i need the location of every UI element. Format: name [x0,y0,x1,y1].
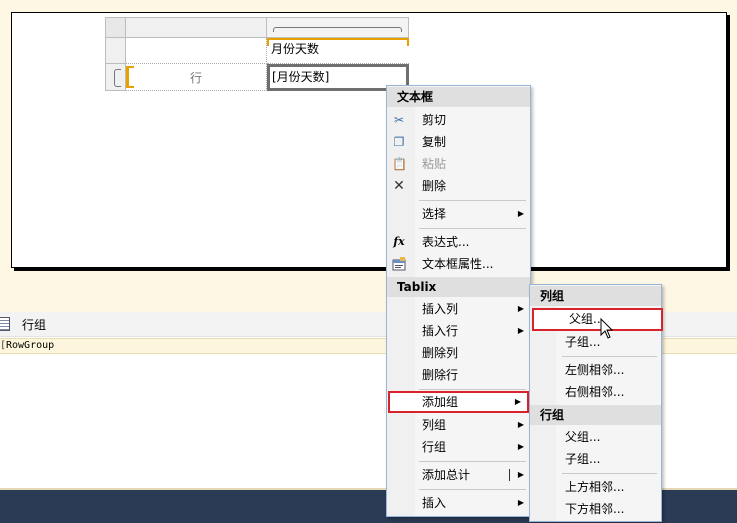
menu-item-copy[interactable]: ❐ 复制 [387,131,530,153]
menu-item-add-total[interactable]: 添加总计 ▶ [387,464,530,486]
tablix-section-header: Tablix [387,277,530,297]
row-group-cell[interactable]: 行 [126,64,267,91]
menu-item-delete-label: 删除 [422,179,447,193]
header-empty-cell[interactable] [126,38,267,64]
mouse-pointer-icon [600,317,614,340]
menu-item-insert-label: 插入 [422,496,447,510]
submenu-item-right-adjacent[interactable]: 右侧相邻... [530,381,661,403]
tablix-corner-handle[interactable] [105,17,126,38]
menu-item-textbox-properties[interactable]: 文本框属性... [387,253,530,275]
submenu-item-right-adjacent-label: 右侧相邻... [565,385,625,399]
header-textbox-text: 月份天数 [271,42,320,56]
submenu-item-row-parent-group[interactable]: 父组... [530,426,661,448]
menu-item-textbox-properties-label: 文本框属性... [422,257,494,271]
submenu-item-below-adjacent-label: 下方相邻... [565,502,625,516]
menu-item-insert-column[interactable]: 插入列 ▶ [387,298,530,320]
row-handle-header[interactable] [105,38,126,64]
menu-item-insert[interactable]: 插入 ▶ [387,492,530,514]
header-textbox[interactable]: 月份天数 [267,38,409,64]
submenu-arrow-icon: ▶ [517,326,524,335]
column-handle-selected[interactable] [267,17,409,38]
submenu-item-row-child-group[interactable]: 子组... [530,448,661,470]
scissors-icon: ✂ [393,113,405,127]
menu-separator [419,228,526,229]
copy-icon: ❐ [393,135,405,149]
split-divider [509,469,510,481]
row-groups-title: 行组 [22,318,47,332]
menu-item-row-group[interactable]: 行组 ▶ [387,436,530,458]
menu-item-delete[interactable]: ✕ 删除 [387,175,530,197]
menu-item-column-group[interactable]: 列组 ▶ [387,414,530,436]
menu-item-copy-label: 复制 [422,135,447,149]
menu-item-insert-row[interactable]: 插入行 ▶ [387,320,530,342]
menu-item-select-label: 选择 [422,207,447,221]
menu-separator [419,200,526,201]
row-groups-icon [0,317,10,331]
submenu-arrow-icon: ▶ [517,442,524,451]
submenu-item-column-parent-group[interactable]: 父组... [532,308,663,331]
row-group-name: RowGroup [6,340,55,351]
menu-item-delete-row-label: 删除行 [422,368,459,382]
menu-item-delete-column[interactable]: 删除列 [387,342,530,364]
tablix[interactable]: 月份天数 行 [月份天数] [105,17,410,92]
menu-separator [562,473,657,474]
properties-icon [392,257,406,271]
submenu-arrow-icon: ▶ [517,420,524,429]
menu-item-cut-label: 剪切 [422,113,447,127]
menu-item-expression-label: 表达式... [422,235,470,249]
fx-icon: fx [393,235,405,248]
menu-separator [419,461,526,462]
menu-item-column-group-label: 列组 [422,418,447,432]
submenu-arrow-icon: ▶ [514,397,521,406]
menu-item-paste[interactable]: 📋 粘贴 [387,153,530,175]
submenu-item-left-adjacent-label: 左侧相邻... [565,363,625,377]
menu-item-cut[interactable]: ✂ 剪切 [387,109,530,131]
submenu-item-below-adjacent[interactable]: 下方相邻... [530,498,661,520]
menu-item-add-total-label: 添加总计 [422,468,471,482]
row-group-section-header: 行组 [530,405,661,425]
menu-item-add-group[interactable]: 添加组 ▶ [388,391,529,413]
data-textbox-text: [月份天数] [272,70,330,84]
menu-item-paste-label: 粘贴 [422,157,447,171]
submenu-item-left-adjacent[interactable]: 左侧相邻... [530,359,661,381]
menu-item-insert-row-label: 插入行 [422,324,459,338]
x-icon: ✕ [393,178,405,194]
submenu-arrow-icon: ▶ [517,209,524,218]
submenu-arrow-icon: ▶ [517,304,524,313]
row-group-cell-label: 行 [190,71,203,85]
submenu-arrow-icon: ▶ [517,470,524,479]
add-group-submenu: 列组 父组... 子组... 左侧相邻... 右侧相邻... 行组 父组... … [529,284,663,522]
menu-separator [419,389,526,390]
textbox-section-header: 文本框 [387,87,530,107]
context-menu: 文本框 ✂ 剪切 ❐ 复制 📋 粘贴 ✕ 删除 选择 ▶ fx 表达式... 文… [386,85,531,517]
submenu-item-above-adjacent[interactable]: 上方相邻... [530,476,661,498]
menu-item-delete-column-label: 删除列 [422,346,459,360]
submenu-item-above-adjacent-label: 上方相邻... [565,480,625,494]
submenu-item-row-child-group-label: 子组... [565,452,601,466]
menu-item-insert-column-label: 插入列 [422,302,459,316]
submenu-item-column-child-group[interactable]: 子组... [530,331,661,353]
menu-item-add-group-label: 添加组 [422,395,459,409]
column-handle[interactable] [126,17,267,38]
row-handle-data[interactable] [105,64,126,91]
menu-item-row-group-label: 行组 [422,440,447,454]
menu-item-select[interactable]: 选择 ▶ [387,203,530,225]
submenu-item-column-child-group-label: 子组... [565,335,601,349]
submenu-item-row-parent-group-label: 父组... [565,430,601,444]
submenu-arrow-icon: ▶ [517,498,524,507]
menu-separator [419,489,526,490]
menu-separator [562,356,657,357]
menu-item-expression[interactable]: fx 表达式... [387,231,530,253]
column-group-section-header: 列组 [530,286,661,306]
paste-icon: 📋 [392,157,407,171]
menu-item-delete-row[interactable]: 删除行 [387,364,530,386]
